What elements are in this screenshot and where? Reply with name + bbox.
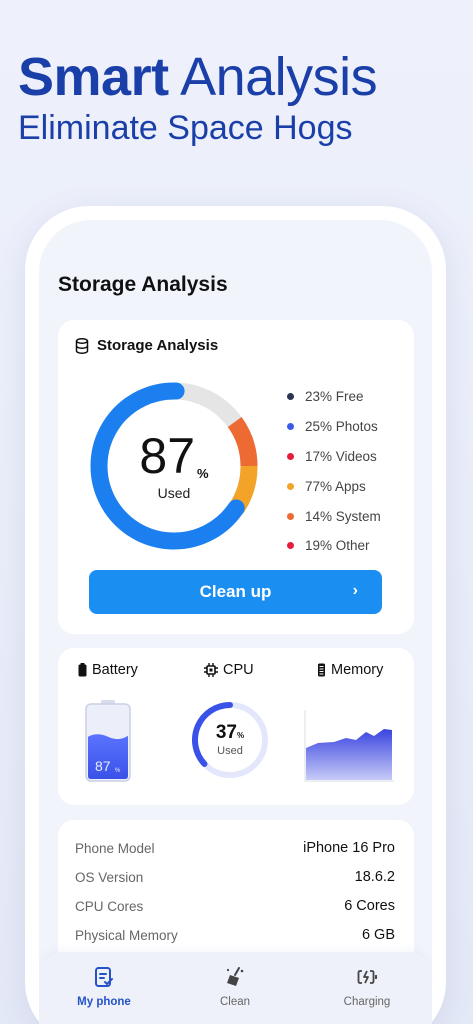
info-value: 6 GB [361, 927, 395, 943]
legend-dot [287, 512, 294, 520]
legend-item: 77% Apps [287, 471, 381, 501]
bottom-tab-bar: My phone Clean Charging [39, 952, 432, 1024]
legend-dot [287, 482, 294, 490]
tab-label: My phone [77, 996, 131, 1008]
memory-area-chart [304, 710, 394, 782]
legend-label: 17% Videos [305, 448, 377, 464]
broom-icon [226, 967, 244, 986]
headline-regular: Analysis [180, 47, 378, 107]
page-title: Storage Analysis [58, 273, 228, 296]
clean-up-label: Clean up [199, 582, 272, 601]
memory-chip-icon [318, 663, 325, 677]
battery-label: Battery [92, 662, 138, 678]
battery-header: Battery [78, 662, 138, 678]
info-value: iPhone 16 Pro [303, 840, 395, 856]
cpu-chip-icon [204, 663, 218, 677]
tab-label: Clean [219, 996, 251, 1008]
battery-unit: % [115, 768, 121, 774]
tab-clean[interactable]: Clean [185, 966, 285, 1008]
storage-used-unit: % [197, 466, 209, 481]
chevron-right-icon: › [352, 582, 358, 599]
storage-legend: 23% Free 25% Photos 17% Videos 77% Apps … [287, 382, 381, 561]
storage-card-title: Storage Analysis [97, 337, 219, 354]
legend-dot [287, 393, 294, 401]
legend-dot [287, 542, 294, 550]
cpu-used-label: Used [217, 745, 243, 757]
tab-label: Charging [343, 996, 391, 1008]
info-value: 18.6.2 [354, 869, 395, 885]
metrics-card: Battery CPU Memory 87 % 37% Used [58, 648, 414, 805]
info-key: Physical Memory [75, 927, 178, 943]
storage-used-value: 87 [139, 428, 196, 484]
legend-dot [287, 423, 294, 431]
legend-dot [287, 452, 294, 460]
memory-area [306, 729, 392, 780]
battery-charge-icon [357, 970, 377, 984]
headline-bold: Smart [18, 47, 169, 107]
battery-gauge: 87 % [85, 700, 131, 782]
info-row: CPU Cores 6 Cores [75, 898, 395, 914]
battery-icon [78, 663, 87, 677]
tab-charging[interactable]: Charging [317, 966, 417, 1008]
storage-used-label: Used [157, 485, 191, 501]
legend-item: 23% Free [287, 382, 381, 412]
info-key: Phone Model [75, 840, 155, 856]
phone-frame: Storage Analysis Storage Analysis 87% Us… [25, 206, 446, 1024]
headline: Smart Analysis Eliminate Space Hogs [18, 47, 378, 148]
headline-title: Smart Analysis [18, 47, 378, 107]
storage-card: Storage Analysis 87% Used 23% Free 25% P… [58, 320, 414, 634]
legend-label: 23% Free [305, 389, 364, 405]
legend-label: 25% Photos [305, 419, 378, 435]
info-row: Phone Model iPhone 16 Pro [75, 840, 395, 856]
donut-center: 87% Used [90, 382, 258, 550]
legend-item: 14% System [287, 501, 381, 531]
info-key: CPU Cores [75, 898, 144, 914]
phone-screen: Storage Analysis Storage Analysis 87% Us… [39, 220, 432, 1024]
info-key: OS Version [75, 869, 144, 885]
memory-label: Memory [331, 662, 384, 678]
tab-my-phone[interactable]: My phone [54, 966, 154, 1008]
legend-label: 19% Other [305, 538, 370, 554]
cpu-label: CPU [223, 662, 254, 678]
database-icon [75, 337, 89, 354]
info-value: 6 Cores [344, 898, 395, 914]
cpu-unit: % [237, 731, 245, 740]
info-row: Physical Memory 6 GB [75, 927, 395, 943]
memory-header: Memory [317, 662, 383, 678]
legend-label: 77% Apps [305, 478, 366, 494]
phone-doc-icon [95, 967, 113, 987]
headline-subtitle: Eliminate Space Hogs [18, 109, 353, 147]
legend-label: 14% System [305, 508, 381, 524]
cpu-value: 37 [215, 722, 237, 743]
legend-item: 17% Videos [287, 442, 381, 472]
cpu-header: CPU [204, 662, 254, 678]
clean-up-button[interactable]: Clean up › [89, 570, 382, 614]
info-row: OS Version 18.6.2 [75, 869, 395, 885]
legend-item: 19% Other [287, 531, 381, 561]
cpu-center: 37% Used [190, 700, 270, 780]
battery-value: 87 [95, 758, 111, 774]
storage-card-header: Storage Analysis [75, 337, 218, 354]
legend-item: 25% Photos [287, 412, 381, 442]
